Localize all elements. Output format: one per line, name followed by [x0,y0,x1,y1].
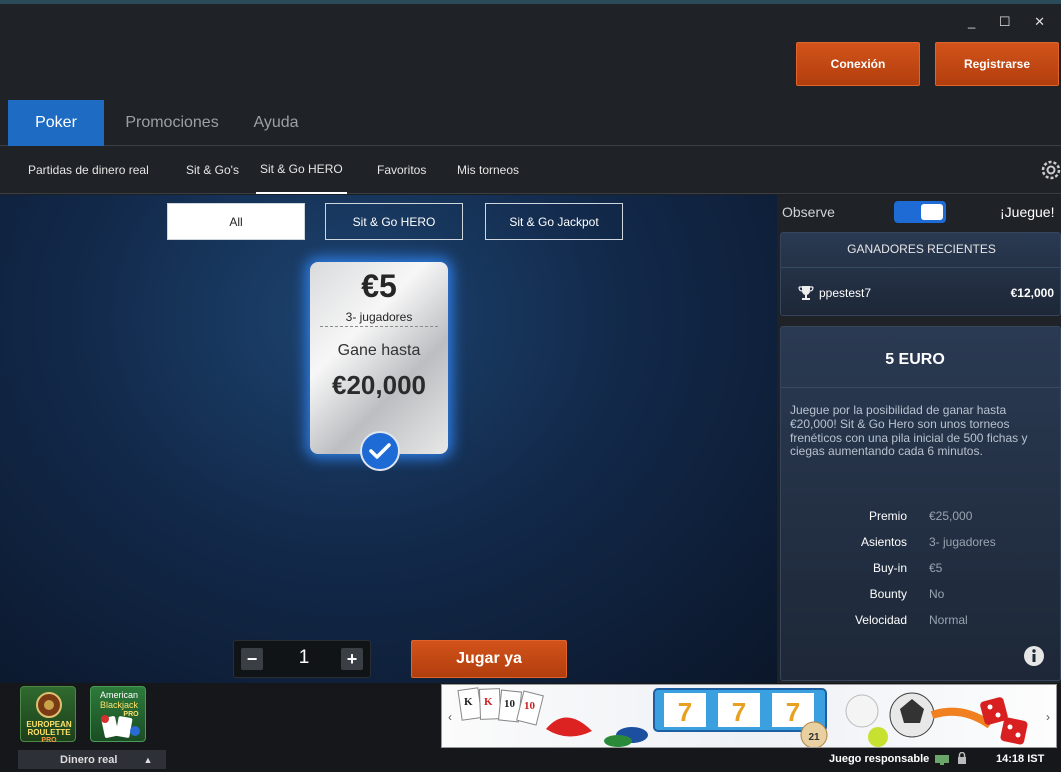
detail-label-bounty: Bounty [869,587,907,601]
detail-value-premio: €25,000 [929,509,973,523]
selected-check-icon [360,431,400,471]
filter-sit-and-go-jackpot[interactable]: Sit & Go Jackpot [485,203,623,240]
card-players: 3- jugadores [345,310,413,324]
window-controls[interactable]: _ ☐ ✕ [968,14,1055,30]
card-buyin: €5 [361,268,397,304]
detail-label-buyin: Buy-in [872,561,907,575]
observe-toggle[interactable] [894,201,946,223]
info-divider [781,387,1061,388]
card-prize: €20,000 [332,370,426,400]
svg-text:K: K [464,696,473,708]
detail-label-asientos: Asientos [860,535,907,549]
detail-value-buyin: €5 [929,561,943,575]
tab-poker[interactable]: Poker [8,100,104,146]
subtab-partidas-dinero-real[interactable]: Partidas de dinero real [28,146,149,194]
svg-text:‹: ‹ [448,710,452,724]
tournament-card[interactable]: €5 3- jugadores Gane hasta €20,000 [310,262,448,454]
register-button[interactable]: Registrarse [935,42,1059,86]
sub-tabs: Partidas de dinero real Sit & Go's Sit &… [0,146,1061,194]
svg-text:Blackjack: Blackjack [100,700,139,710]
play-mode-label: ¡Juegue! [1000,204,1055,220]
filter-all[interactable]: All [167,203,305,240]
detail-value-asientos: 3- jugadores [929,535,996,549]
observe-label: Observe [782,204,835,220]
card-win-label: Gane hasta [337,342,421,359]
info-icon[interactable] [1023,645,1045,667]
winner-name: ppestest7 [819,286,872,300]
recent-winners-panel: GANADORES RECIENTES ppestest7 €12,000 [780,232,1061,316]
american-blackjack-game-icon[interactable]: American Blackjack PRO [90,686,146,742]
svg-text:10: 10 [504,698,516,710]
recent-winners-divider [781,267,1061,268]
detail-value-velocidad: Normal [929,613,968,627]
lock-icon [957,751,967,765]
info-title: 5 EURO [885,351,945,368]
winner-amount: €12,000 [1010,286,1054,300]
detail-label-premio: Premio [868,509,907,523]
tournament-info-panel: 5 EURO Juegue por la posibilidad de gana… [780,326,1061,681]
svg-text:ROULETTE: ROULETTE [27,728,71,737]
svg-text:21: 21 [808,732,820,743]
svg-text:PRO: PRO [123,711,139,718]
info-description: Juegue por la posibilidad de ganar hasta… [790,403,1028,459]
filter-sit-and-go-hero[interactable]: Sit & Go HERO [325,203,463,240]
increment-button[interactable]: + [341,648,363,670]
subtab-sit-and-go-hero[interactable]: Sit & Go HERO [256,146,347,194]
tab-ayuda[interactable]: Ayuda [240,100,312,146]
settings-gear-icon[interactable] [1039,158,1061,182]
decrement-button[interactable]: − [241,648,263,670]
network-icon [935,753,949,765]
detail-label-velocidad: Velocidad [854,613,907,627]
trophy-icon [798,285,814,301]
play-now-button[interactable]: Jugar ya [411,640,567,678]
subtab-sit-and-gos[interactable]: Sit & Go's [186,146,239,194]
european-roulette-game-icon[interactable]: EUROPEAN ROULETTE PRO [20,686,76,744]
svg-text:7: 7 [678,697,692,727]
quantity-value[interactable]: 1 [284,647,324,669]
subtab-favoritos[interactable]: Favoritos [377,146,426,194]
tab-promociones[interactable]: Promociones [112,100,232,146]
promo-banner[interactable]: ‹ › K K 10 10 7 7 7 21 [441,684,1057,748]
recent-winners-title: GANADORES RECIENTES [847,242,996,256]
main-tabs: Poker Promociones Ayuda [0,100,1061,146]
subtab-mis-torneos[interactable]: Mis torneos [457,146,519,194]
svg-text:K: K [484,696,493,708]
svg-text:10: 10 [524,700,536,712]
svg-text:›: › [1046,710,1050,724]
svg-text:7: 7 [732,697,746,727]
quantity-stepper: − 1 + [233,640,371,678]
svg-text:PRO: PRO [41,737,57,743]
svg-text:7: 7 [786,697,800,727]
caret-up-icon: ▲ [143,754,153,765]
responsible-gaming-link[interactable]: Juego responsable [829,753,929,765]
money-mode-label: Dinero real [60,753,118,766]
money-mode-selector[interactable]: Dinero real ▲ [18,750,166,769]
login-button[interactable]: Conexión [796,42,920,86]
clock-time: 14:18 IST [996,753,1045,765]
detail-value-bounty: No [929,587,945,601]
card-divider [320,326,438,327]
svg-text:American: American [100,690,138,700]
